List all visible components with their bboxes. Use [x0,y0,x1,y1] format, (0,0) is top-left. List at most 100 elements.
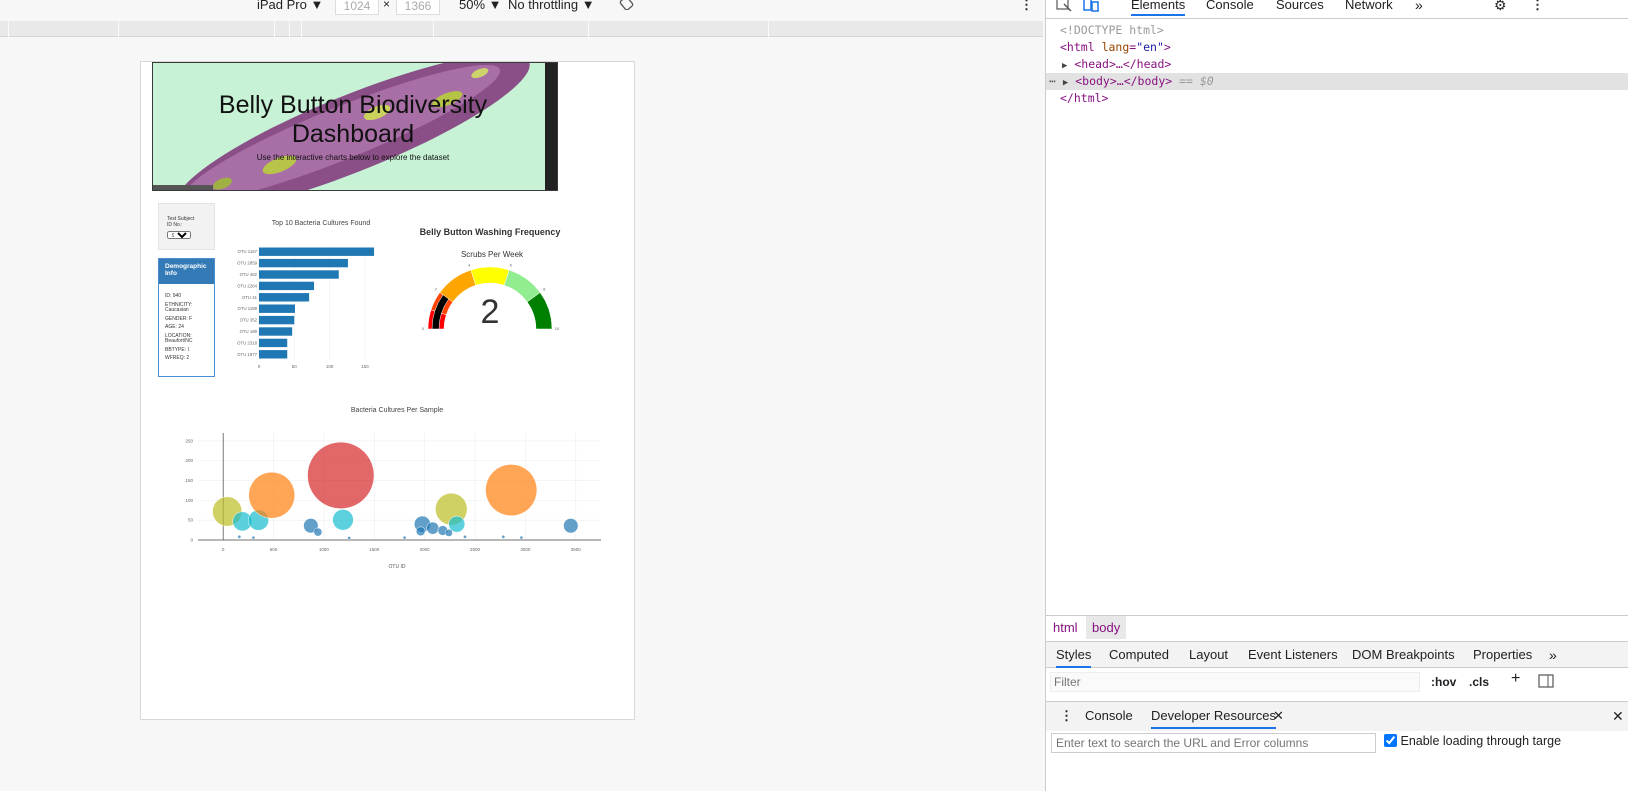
bar-mark [259,247,375,256]
tab-styles[interactable]: Styles [1056,647,1092,668]
demo-wfreq: WFREQ: 2 [165,355,190,361]
bar-mark [259,281,315,291]
bar-category-label: OTU 2859 [237,261,257,266]
bubble-point [444,528,453,537]
drawer-tab-console[interactable]: Console [1085,708,1133,723]
title-line-2: Dashboard [291,120,415,148]
more-tabs-icon[interactable]: » [1415,0,1423,13]
breadcrumb-html[interactable]: html [1053,620,1078,635]
ruler-segment[interactable] [289,21,301,37]
close-drawer-icon[interactable]: ✕ [1612,708,1624,725]
new-rule-icon[interactable]: + [1511,670,1520,688]
styles-filter-bar: :hov .cls + [1046,668,1628,696]
drawer-tabbar: ⋮ Console Developer Resources ✕ ✕ [1046,701,1628,731]
subject-select-panel: Test Subject ID No.: 940 [158,203,215,250]
bar-mark [259,327,293,336]
throttling-select[interactable]: No throttling ▼ [508,0,595,12]
bar-mark [259,270,339,279]
head-tag: <head>…</head> [1074,57,1172,71]
dom-node-doctype[interactable]: <!DOCTYPE html> [1046,22,1628,39]
bubble-x-tick-label: 3500 [571,547,582,552]
html-close-tag: </html> [1060,91,1109,105]
inspect-element-icon[interactable] [1056,0,1072,12]
styles-filter-input[interactable] [1050,672,1420,692]
zoom-select[interactable]: 50% ▼ [459,0,502,12]
resources-search-input[interactable] [1051,733,1376,753]
ruler-segment[interactable] [768,21,1043,37]
tab-console[interactable]: Console [1206,0,1254,12]
width-input[interactable]: 1024 [335,0,379,15]
bubble-chart: Bacteria Cultures Per Sample 0 50 100 150 200… [185,407,601,570]
dom-node-head[interactable]: ▶ <head>…</head> [1046,56,1628,73]
tab-properties[interactable]: Properties [1473,647,1532,662]
hov-toggle[interactable]: :hov [1431,675,1456,689]
bubble-point [426,521,440,535]
html-open-tag: <html [1060,40,1095,54]
device-select[interactable]: iPad Pro ▼ [257,0,323,12]
select-label-2: ID No.: [167,222,183,228]
subject-id-select[interactable]: 940 [167,231,191,239]
demographic-panel: Demographic Info ID: 940 ETHNICITY: Cauc… [158,258,215,377]
ruler-segment[interactable] [588,21,768,37]
bubble-point [463,534,467,539]
enable-loading-checkbox[interactable] [1384,734,1397,747]
gauge-tick-label: 4 [468,262,471,267]
drawer-tab-developer-resources[interactable]: Developer Resources [1151,708,1277,729]
gauge-value-label: 2 [481,293,500,331]
ruler-segment[interactable] [433,21,588,37]
devtools-panel: Elements Console Sources Network » ⚙ ⋮ <… [1045,0,1628,791]
tab-dom-breakpoints[interactable]: DOM Breakpoints [1352,647,1455,662]
ruler-segment[interactable] [118,21,274,37]
customize-menu-icon[interactable]: ⋮ [1531,0,1544,13]
breadcrumb: html body [1046,615,1628,640]
node-menu-icon[interactable]: ⋯ [1049,74,1056,88]
bubble-y-tick-label: 50 [188,518,194,523]
bubble-x-tick-label: 1000 [319,547,330,552]
bubble-y-tick-label: 100 [185,498,193,503]
ruler-segment[interactable] [301,21,433,37]
more-subtabs-icon[interactable]: » [1549,647,1557,663]
bubble-point [501,534,506,539]
bar-category-label: OTU 2264 [237,283,257,288]
tab-elements[interactable]: Elements [1131,0,1186,16]
bar-x-tick-label: 150 [361,364,369,369]
bubble-point [313,527,323,537]
more-options-icon[interactable]: ⋮ [1020,0,1033,13]
dom-tree: <!DOCTYPE html> <html lang="en"> ▶ <head… [1046,22,1628,107]
drawer-menu-icon[interactable]: ⋮ [1060,708,1073,724]
emulation-toolbar: iPad Pro ▼ 1024 × 1366 50% ▼ No throttli… [0,0,1045,19]
device-toolbar-icon[interactable] [1083,0,1099,12]
bubble-chart-title: Bacteria Cultures Per Sample [351,407,443,414]
settings-gear-icon[interactable]: ⚙ [1494,0,1507,14]
dom-node-html[interactable]: <html lang="en"> [1046,39,1628,56]
bubble-point [485,464,538,517]
gauge-subtitle: Scrubs Per Week [461,250,524,259]
expand-triangle-icon[interactable]: ▶ [1063,78,1068,88]
breadcrumb-body[interactable]: body [1086,616,1127,639]
tab-layout[interactable]: Layout [1189,647,1228,662]
close-tab-icon[interactable]: ✕ [1273,708,1284,724]
tab-event-listeners[interactable]: Event Listeners [1248,647,1338,662]
dom-node-body[interactable]: ⋯ ▶ <body>…</body> == $0 [1046,73,1628,90]
dashboard-subtitle: Use the interactive charts below to expl… [256,153,450,162]
bar-category-label: OTU 189 [240,329,258,334]
height-input[interactable]: 1366 [396,0,440,15]
tab-computed[interactable]: Computed [1109,647,1169,662]
toggle-sidebar-icon[interactable] [1538,674,1554,688]
enable-loading-label: Enable loading through targe [1400,734,1562,748]
expand-triangle-icon[interactable]: ▶ [1062,61,1067,71]
ruler-segment[interactable] [8,21,118,37]
ruler-segment[interactable] [274,21,289,37]
dom-node-html-close[interactable]: </html> [1046,90,1628,107]
tab-sources[interactable]: Sources [1276,0,1324,12]
cls-toggle[interactable]: .cls [1469,675,1489,689]
bar-mark [259,350,288,359]
gauge-tick-label: 2 [435,287,438,292]
enable-loading-option[interactable]: Enable loading through targe [1384,734,1561,748]
gauge-band [470,266,510,286]
gauge-tick-label: 10 [555,326,560,331]
tab-network[interactable]: Network [1345,0,1393,12]
media-query-ruler [0,21,1043,37]
title-line-1: Belly Button Biodiversity [218,91,488,119]
rotate-icon[interactable] [619,0,634,10]
